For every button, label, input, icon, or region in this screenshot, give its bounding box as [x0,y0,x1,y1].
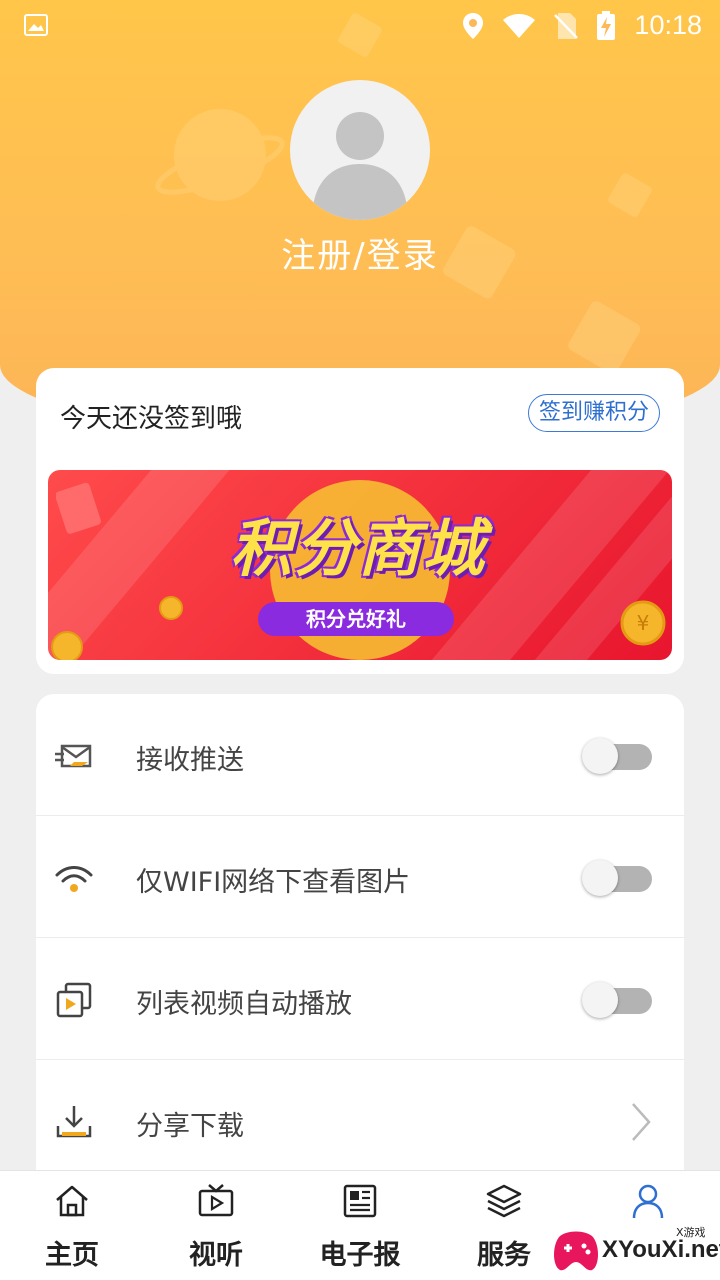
wifi-signal-icon [503,13,536,38]
status-bar: 10:18 [0,0,720,52]
settings-row-wifi-images[interactable]: 仅WIFI网络下查看图片 [36,816,684,938]
wifi-icon [55,866,93,892]
person-icon [632,1184,664,1219]
settings-label: 分享下载 [136,1111,244,1142]
watermark-logo: X游戏 XYouXi.net [548,1220,720,1280]
settings-label: 仅WIFI网络下查看图片 [136,867,411,898]
tab-media[interactable]: 视听 [144,1171,288,1280]
download-icon [56,1106,92,1138]
coin-icon [51,631,83,660]
login-link[interactable]: 注册/登录 [0,228,720,277]
svg-text:¥: ¥ [637,611,650,635]
tab-label: 主页 [45,1240,99,1271]
tab-label: 电子报 [319,1240,401,1271]
home-icon [56,1185,88,1217]
red-envelope-icon [56,482,101,534]
envelope-icon [55,744,92,768]
chevron-right-icon [632,1103,651,1141]
tv-play-icon [198,1184,234,1217]
autoplay-toggle[interactable] [582,982,652,1018]
planet-decoration [155,109,285,201]
watermark-text: XYouXi.net [602,1236,720,1263]
no-sim-icon [554,12,579,39]
default-avatar-icon [312,112,408,220]
coin-icon [159,596,183,620]
settings-row-push[interactable]: 接收推送 [36,694,684,816]
settings-label: 列表视频自动播放 [136,989,352,1020]
coin-icon: ¥ [620,600,666,646]
gamepad-logo-icon [554,1231,598,1271]
wifi-images-toggle[interactable] [582,860,652,896]
ticket-decoration [608,173,652,217]
tab-home[interactable]: 主页 [0,1171,144,1280]
layers-icon [486,1184,522,1218]
settings-row-share-download[interactable]: 分享下载 [36,1060,684,1182]
push-toggle[interactable] [582,738,652,774]
tab-epaper[interactable]: 电子报 [288,1171,432,1280]
newspaper-icon [343,1184,377,1218]
checkin-card: 今天还没签到哦 签到赚积分 ¥ 积分商城 积分兑好礼 [36,368,684,674]
settings-label: 接收推送 [136,745,244,776]
status-time: 10:18 [634,10,702,40]
video-copy-icon [56,982,92,1018]
banner-title: 积分商城 [229,512,486,585]
battery-charging-icon [597,10,616,40]
checkin-message: 今天还没签到哦 [60,404,243,434]
banner-subtitle: 积分兑好礼 [258,602,454,636]
settings-row-autoplay[interactable]: 列表视频自动播放 [36,938,684,1060]
image-notification-icon [24,14,48,36]
checkin-button[interactable]: 签到赚积分 [527,394,660,432]
location-icon [463,12,484,39]
avatar[interactable] [290,80,430,220]
points-mall-banner[interactable]: ¥ 积分商城 积分兑好礼 [48,470,672,660]
tab-label: 视听 [189,1240,243,1271]
